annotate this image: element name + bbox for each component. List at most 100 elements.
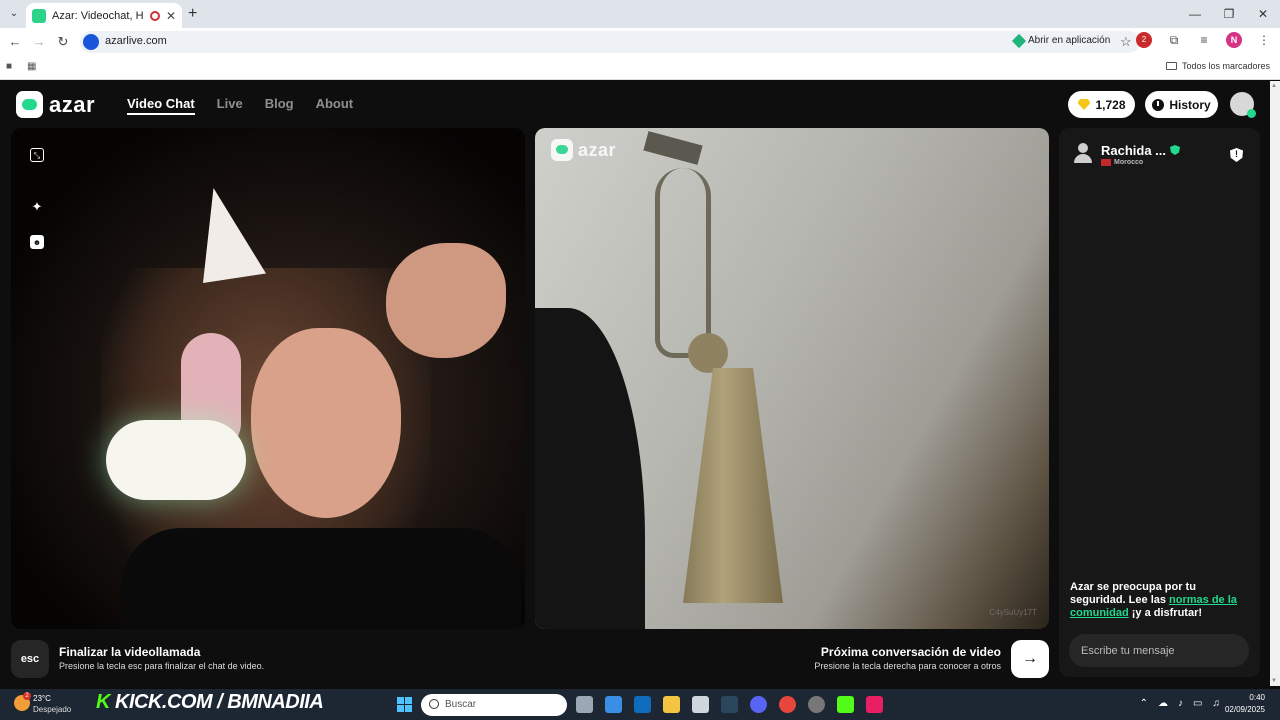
discord-icon[interactable]	[750, 696, 767, 713]
history-button[interactable]: History	[1145, 91, 1218, 118]
video-shadow	[535, 308, 645, 629]
browser-tab-bar: ⌄ Azar: Videochat, Haz nuevo ✕ + — ❐ ✕	[0, 0, 1280, 28]
volume-icon[interactable]: ♫	[1213, 698, 1221, 709]
gems-count: 1,728	[1095, 97, 1126, 112]
report-shield-icon[interactable]	[1230, 148, 1243, 162]
outlook-icon[interactable]	[634, 696, 651, 713]
remote-video: azar C4ySuUy17T	[535, 128, 1049, 629]
end-call-hint: Presione la tecla esc para finalizar el …	[59, 661, 265, 671]
new-tab-icon[interactable]: +	[188, 5, 197, 23]
restore-icon[interactable]: ❐	[1212, 0, 1246, 28]
temperature: 23°C	[33, 694, 51, 703]
azar-logo-icon	[16, 91, 43, 118]
extension-icon[interactable]: 2	[1136, 32, 1152, 48]
more-menu-icon[interactable]: ⋮	[1256, 32, 1272, 48]
nav-live[interactable]: Live	[217, 96, 243, 115]
bookmark-star-icon[interactable]: ☆	[1120, 34, 1132, 50]
open-in-app-label: Abrir en aplicación	[1028, 35, 1111, 46]
nav-blog[interactable]: Blog	[265, 96, 294, 115]
watermark-logo-icon	[551, 139, 573, 161]
task-view-icon[interactable]	[576, 696, 593, 713]
main-nav: Video Chat Live Blog About	[127, 96, 353, 115]
page-scrollbar[interactable]: ▲ ▼	[1270, 81, 1280, 686]
next-chat-hint: Presione la tecla derecha para conocer a…	[814, 661, 1001, 671]
azar-favicon-icon	[32, 8, 46, 23]
weather-badge: 2	[23, 692, 31, 700]
file-explorer-icon[interactable]	[663, 696, 680, 713]
end-call-button[interactable]: esc	[11, 640, 49, 678]
windows-start-icon[interactable]	[397, 697, 412, 712]
chat-panel: Rachida ... Morocco Azar se preocupa por…	[1059, 128, 1260, 677]
minimize-video-icon[interactable]: ⤡	[30, 148, 44, 162]
peer-country-label: Morocco	[1114, 159, 1144, 166]
window-controls: — ❐ ✕	[1178, 0, 1280, 28]
taskbar-search[interactable]: Buscar	[421, 694, 567, 716]
message-input[interactable]	[1069, 634, 1249, 667]
gems-button[interactable]: 1,728	[1068, 91, 1135, 118]
reload-icon[interactable]: ↻	[55, 34, 71, 50]
steam-icon[interactable]	[721, 696, 738, 713]
open-in-app-button[interactable]: Abrir en aplicación	[1011, 33, 1111, 48]
next-chat-title: Próxima conversación de video	[820, 645, 1001, 659]
azar-app: azar Video Chat Live Blog About 1,728 Hi…	[0, 81, 1270, 686]
windows-taskbar: 2 23°C Despejado K KICK.COM / BMNADIIA B…	[0, 689, 1280, 720]
video-tassel	[683, 368, 783, 603]
taskbar-apps	[576, 696, 883, 713]
gem-icon	[1077, 99, 1091, 110]
tiktok-icon[interactable]	[866, 696, 883, 713]
nav-video-chat[interactable]: Video Chat	[127, 96, 195, 115]
next-chat-button[interactable]: →	[1011, 640, 1049, 678]
kick-app-icon[interactable]	[837, 696, 854, 713]
effects-sparkle-icon[interactable]: ✦	[30, 200, 44, 214]
site-info-icon[interactable]	[83, 34, 99, 50]
kick-banner-text: KICK.COM / BMNADIIA	[109, 691, 324, 713]
taskbar-time[interactable]: 0:40	[1249, 693, 1265, 702]
video-tassel-hook	[643, 131, 703, 165]
all-bookmarks-button[interactable]: Todos los marcadores	[1165, 61, 1270, 71]
folder-icon	[1165, 62, 1177, 70]
video-cat-ear	[203, 188, 266, 283]
mic-icon[interactable]: ♪	[1178, 698, 1183, 709]
display-icon[interactable]: ▭	[1193, 698, 1202, 709]
obs-icon[interactable]	[808, 696, 825, 713]
puzzle-icon[interactable]: ⧉	[1166, 32, 1182, 48]
scroll-up-icon[interactable]: ▲	[1271, 83, 1277, 89]
taskbar-search-label: Buscar	[445, 699, 477, 710]
active-tab[interactable]: Azar: Videochat, Haz nuevo ✕	[26, 3, 182, 28]
close-tab-icon[interactable]: ✕	[166, 9, 176, 23]
end-call-title: Finalizar la videollamada	[59, 645, 201, 659]
app-diamond-icon	[1011, 33, 1027, 48]
peer-name[interactable]: Rachida ...	[1101, 143, 1166, 158]
forward-icon[interactable]: →	[31, 34, 47, 50]
verified-icon	[1170, 145, 1180, 155]
azar-logo[interactable]: azar	[16, 91, 95, 118]
cloud-icon[interactable]: ☁	[1158, 698, 1168, 709]
store-icon[interactable]	[605, 696, 622, 713]
close-window-icon[interactable]: ✕	[1246, 0, 1280, 28]
minimize-icon[interactable]: —	[1178, 0, 1212, 28]
face-filter-icon[interactable]: ☻	[30, 235, 44, 249]
user-avatar-icon[interactable]	[1230, 92, 1256, 118]
taskbar-date[interactable]: 02/09/2025	[1225, 705, 1265, 714]
back-icon[interactable]: ←	[7, 34, 23, 50]
remote-watermark: azar	[551, 139, 616, 161]
media-control-icon[interactable]: ≡	[1196, 32, 1212, 48]
video-earcup	[106, 420, 246, 500]
bookmark-app-icon[interactable]: ■	[6, 62, 16, 72]
tab-search-icon[interactable]: ⌄	[6, 6, 22, 22]
tab-title: Azar: Videochat, Haz nuevo	[52, 9, 144, 22]
omnibox[interactable]: azarlive.com Abrir en aplicación ☆	[80, 31, 1140, 53]
nav-about[interactable]: About	[316, 96, 354, 115]
tray-expand-icon[interactable]: ⌃	[1140, 698, 1148, 709]
app-window-icon[interactable]	[692, 696, 709, 713]
extensions-area: 2 ⧉ ≡ N ⋮	[1136, 32, 1272, 48]
chrome-icon[interactable]	[779, 696, 796, 713]
recording-icon	[149, 10, 160, 21]
profile-avatar-icon[interactable]: N	[1226, 32, 1242, 48]
video-hand	[386, 243, 506, 358]
bookmarks-bar: ■ ▦ Todos los marcadores	[0, 56, 1280, 80]
apps-grid-icon[interactable]: ▦	[27, 62, 37, 72]
search-icon	[429, 699, 439, 709]
scroll-down-icon[interactable]: ▼	[1271, 678, 1277, 684]
safety-text-post: ¡y a disfrutar!	[1128, 607, 1203, 619]
